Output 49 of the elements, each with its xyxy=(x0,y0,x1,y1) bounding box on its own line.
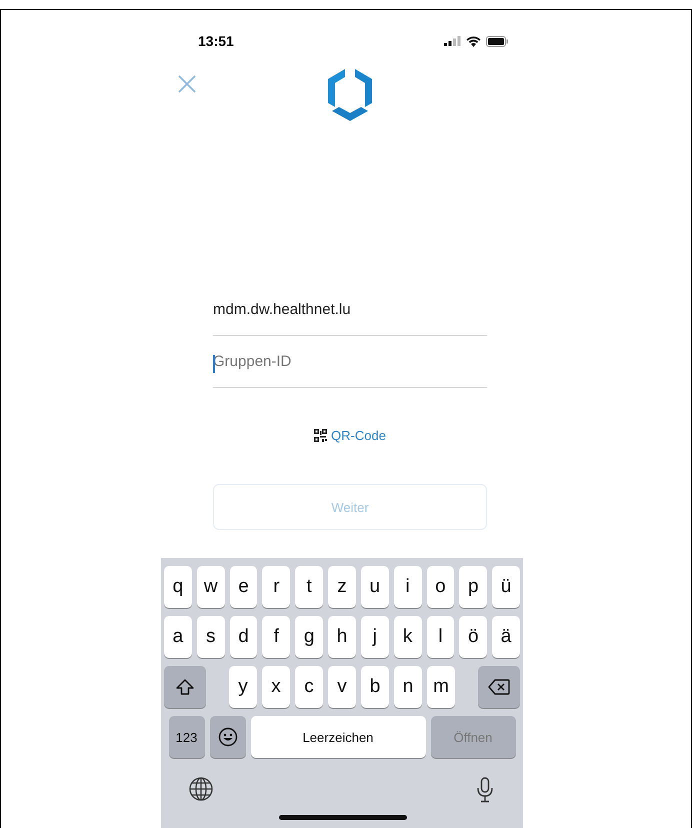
letter-key[interactable]: f xyxy=(262,616,290,658)
shift-arrow-icon xyxy=(176,679,194,695)
letter-key[interactable]: r xyxy=(262,566,290,608)
letter-key[interactable]: v xyxy=(328,666,356,708)
letter-key[interactable]: s xyxy=(196,616,225,658)
letter-key[interactable]: x xyxy=(262,666,290,708)
hexagon-logo-icon xyxy=(325,67,375,123)
letter-key[interactable]: p xyxy=(459,566,488,608)
qr-code-icon xyxy=(314,429,328,442)
letter-key[interactable]: l xyxy=(426,616,454,658)
letter-key[interactable]: z xyxy=(328,566,356,608)
letter-key[interactable]: o xyxy=(426,566,454,608)
letter-key[interactable]: k xyxy=(394,616,422,658)
numbers-key[interactable]: 123 xyxy=(168,716,204,758)
letter-key[interactable]: ä xyxy=(492,616,520,658)
battery-icon xyxy=(486,36,509,46)
space-key[interactable]: Leerzeichen xyxy=(250,716,426,758)
letter-key[interactable]: w xyxy=(196,566,225,608)
letter-key[interactable]: d xyxy=(230,616,258,658)
smiley-icon xyxy=(218,727,238,747)
letter-key[interactable]: a xyxy=(164,616,192,658)
status-time: 13:51 xyxy=(198,33,234,49)
delete-key[interactable] xyxy=(478,666,520,708)
letter-key[interactable]: ö xyxy=(459,616,488,658)
letter-key[interactable]: q xyxy=(164,566,192,608)
text-field[interactable]: mdm.dw.healthnet.lu xyxy=(213,283,487,336)
text-field[interactable]: Gruppen-ID xyxy=(213,336,487,388)
letter-key[interactable]: g xyxy=(295,616,324,658)
signal-icon xyxy=(444,36,461,46)
letter-key[interactable]: j xyxy=(360,616,389,658)
backspace-icon xyxy=(488,679,510,695)
qr-code-link[interactable]: QR-Code xyxy=(331,428,386,443)
letter-key[interactable]: m xyxy=(427,666,455,708)
letter-key[interactable]: i xyxy=(394,566,422,608)
letter-key[interactable]: ü xyxy=(492,566,520,608)
letter-key[interactable]: u xyxy=(360,566,389,608)
emoji-key[interactable] xyxy=(210,716,246,758)
globe-icon[interactable] xyxy=(189,777,213,801)
shift-key[interactable] xyxy=(164,666,206,708)
letter-key[interactable]: t xyxy=(295,566,324,608)
letter-key[interactable]: b xyxy=(361,666,389,708)
letter-key[interactable]: e xyxy=(230,566,258,608)
wifi-icon xyxy=(466,36,481,46)
letter-key[interactable]: n xyxy=(394,666,422,708)
microphone-icon[interactable] xyxy=(477,777,493,803)
letter-key[interactable]: y xyxy=(229,666,257,708)
letter-key[interactable]: h xyxy=(328,616,356,658)
letter-key[interactable]: c xyxy=(295,666,323,708)
text-cursor xyxy=(213,355,215,373)
